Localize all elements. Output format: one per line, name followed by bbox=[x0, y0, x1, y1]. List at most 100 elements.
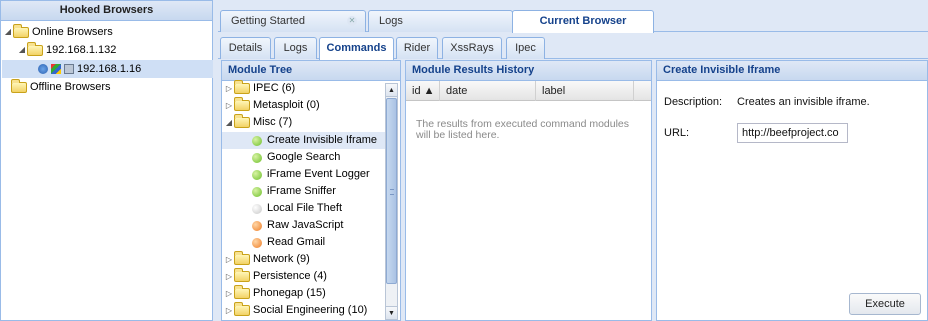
module-item[interactable]: Raw JavaScript bbox=[252, 217, 343, 234]
tab-label: Getting Started bbox=[231, 15, 305, 27]
results-history-title: Module Results History bbox=[406, 61, 651, 81]
subtabbar: Details Logs Commands Rider XssRays Ipec bbox=[218, 35, 928, 60]
category-label: Network (9) bbox=[253, 253, 310, 265]
results-empty-text: The results from executed command module… bbox=[416, 118, 630, 141]
module-category[interactable]: ▷ Network (9) bbox=[224, 251, 310, 268]
module-item[interactable]: Google Search bbox=[252, 149, 340, 166]
tree-hooked-browser[interactable]: 192.168.1.16 bbox=[2, 60, 213, 78]
expand-arrow-icon[interactable]: ▷ bbox=[224, 285, 234, 302]
command-form-title: Create Invisible Iframe bbox=[657, 61, 927, 81]
folder-icon bbox=[234, 302, 250, 316]
tab-current-browser[interactable]: Current Browser bbox=[512, 10, 654, 33]
browser-icon bbox=[38, 64, 48, 74]
subtab-ipec[interactable]: Ipec bbox=[506, 37, 545, 59]
status-grey-icon bbox=[252, 203, 262, 214]
offline-browsers-label: Offline Browsers bbox=[30, 81, 111, 93]
folder-open-icon bbox=[234, 114, 250, 128]
url-field[interactable] bbox=[737, 123, 848, 143]
tree-online-browsers[interactable]: ◢ Online Browsers bbox=[3, 23, 113, 41]
module-category[interactable]: ▷ Social Engineering (10) bbox=[224, 302, 367, 319]
module-label: iFrame Event Logger bbox=[267, 168, 370, 180]
tab-logs[interactable]: Logs bbox=[368, 10, 513, 32]
module-label: Raw JavaScript bbox=[267, 219, 344, 231]
subtab-label: Logs bbox=[283, 42, 308, 54]
status-orange-icon bbox=[252, 237, 262, 248]
module-label: iFrame Sniffer bbox=[267, 185, 336, 197]
tree-offline-browsers[interactable]: Offline Browsers bbox=[11, 78, 111, 96]
module-category[interactable]: ▷ Metasploit (0) bbox=[224, 97, 320, 114]
hardware-icon bbox=[64, 64, 74, 74]
category-label: IPEC (6) bbox=[253, 82, 296, 94]
hooked-browsers-title: Hooked Browsers bbox=[1, 1, 212, 21]
subtab-rider[interactable]: Rider bbox=[396, 37, 438, 59]
module-category[interactable]: ▷ IPEC (6) bbox=[224, 80, 295, 97]
tree-ip-group[interactable]: ◢ 192.168.1.132 bbox=[17, 41, 116, 59]
module-item[interactable]: Create Invisible Iframe bbox=[222, 132, 385, 149]
folder-icon bbox=[234, 285, 250, 299]
expand-arrow-icon[interactable]: ▷ bbox=[224, 268, 234, 285]
folder-icon bbox=[11, 78, 27, 93]
module-item[interactable]: iFrame Event Logger bbox=[252, 166, 370, 183]
main-tabbar: Getting Started ✕ Logs Current Browser bbox=[218, 10, 928, 33]
category-label: Misc (7) bbox=[253, 116, 293, 128]
collapse-arrow-icon[interactable]: ◢ bbox=[3, 23, 13, 41]
subtab-commands[interactable]: Commands bbox=[319, 37, 394, 60]
subtab-logs[interactable]: Logs bbox=[274, 37, 317, 59]
description-label: Description: bbox=[664, 96, 723, 108]
url-label: URL: bbox=[664, 127, 690, 139]
module-category[interactable]: ◢ Misc (7) bbox=[224, 114, 292, 131]
description-value: Creates an invisible iframe. bbox=[737, 96, 870, 108]
close-icon[interactable]: ✕ bbox=[347, 16, 357, 26]
tab-label: Current Browser bbox=[539, 15, 627, 27]
execute-button[interactable]: Execute bbox=[849, 293, 921, 315]
expand-arrow-icon[interactable]: ▷ bbox=[224, 302, 234, 319]
tab-getting-started[interactable]: Getting Started ✕ bbox=[220, 10, 366, 32]
expand-arrow-icon[interactable]: ▷ bbox=[224, 80, 234, 97]
status-green-icon bbox=[252, 186, 262, 197]
status-green-icon bbox=[252, 152, 262, 163]
grip-icon bbox=[390, 189, 394, 195]
column-label[interactable]: label bbox=[536, 81, 634, 101]
subtab-xssrays[interactable]: XssRays bbox=[442, 37, 502, 59]
scroll-down-icon[interactable]: ▼ bbox=[386, 306, 397, 319]
module-item[interactable]: Read Gmail bbox=[252, 234, 325, 251]
main-area: Getting Started ✕ Logs Current Browser D… bbox=[218, 0, 928, 321]
category-label: Metasploit (0) bbox=[253, 99, 320, 111]
category-label: Social Engineering (10) bbox=[253, 304, 368, 316]
ip-group-label: 192.168.1.132 bbox=[46, 44, 117, 56]
module-label: Local File Theft bbox=[267, 202, 343, 214]
module-label: Read Gmail bbox=[267, 236, 326, 248]
module-label: Create Invisible Iframe bbox=[267, 134, 378, 146]
expand-arrow-icon[interactable]: ▷ bbox=[224, 251, 234, 268]
module-category[interactable]: ▷ Persistence (4) bbox=[224, 268, 327, 285]
module-tree-scrollbar[interactable]: ▲ ▼ bbox=[385, 83, 398, 320]
subtab-label: XssRays bbox=[450, 42, 494, 54]
module-item[interactable]: iFrame Sniffer bbox=[252, 183, 336, 200]
expand-arrow-icon[interactable]: ▷ bbox=[224, 97, 234, 114]
module-label: Google Search bbox=[267, 151, 341, 163]
folder-open-icon bbox=[27, 41, 43, 56]
module-tree-title: Module Tree bbox=[222, 61, 400, 81]
category-label: Persistence (4) bbox=[253, 270, 327, 282]
subtab-details[interactable]: Details bbox=[220, 37, 271, 59]
hooked-browsers-panel: Hooked Browsers ◢ Online Browsers ◢ 192.… bbox=[0, 0, 213, 321]
collapse-arrow-icon[interactable]: ◢ bbox=[224, 114, 234, 131]
subtab-label: Details bbox=[228, 42, 263, 54]
os-icon bbox=[51, 64, 61, 74]
subtab-label: Ipec bbox=[515, 42, 536, 54]
column-id[interactable]: id ▲ bbox=[406, 81, 440, 101]
category-label: Phonegap (15) bbox=[253, 287, 326, 299]
module-category[interactable]: ▷ Phonegap (15) bbox=[224, 285, 326, 302]
scroll-thumb[interactable] bbox=[386, 98, 397, 284]
tab-label: Logs bbox=[379, 15, 403, 27]
results-grid-header: id ▲ date label bbox=[406, 81, 651, 101]
column-date[interactable]: date bbox=[440, 81, 536, 101]
browser-ip-label: 192.168.1.16 bbox=[77, 63, 142, 75]
online-browsers-label: Online Browsers bbox=[32, 26, 113, 38]
module-item[interactable]: Local File Theft bbox=[252, 200, 342, 217]
folder-icon bbox=[234, 80, 250, 94]
status-green-icon bbox=[252, 135, 262, 146]
subtab-label: Rider bbox=[403, 42, 431, 54]
collapse-arrow-icon[interactable]: ◢ bbox=[17, 41, 27, 59]
scroll-up-icon[interactable]: ▲ bbox=[386, 84, 397, 97]
